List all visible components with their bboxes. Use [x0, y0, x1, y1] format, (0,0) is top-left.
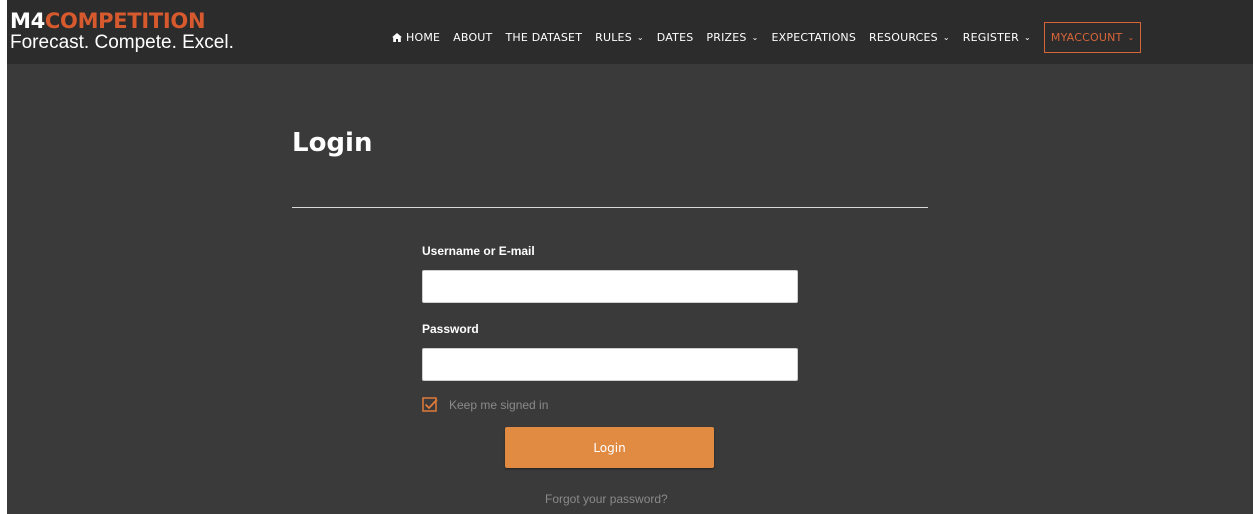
nav-dates[interactable]: DATES — [657, 31, 694, 44]
title-divider — [292, 207, 928, 208]
chevron-down-icon: ⌄ — [942, 33, 950, 42]
chevron-down-icon: ⌄ — [1024, 33, 1031, 42]
site-logo[interactable]: M4COMPETITION Forecast. Compete. Excel. — [10, 10, 234, 53]
site-header: M4COMPETITION Forecast. Compete. Excel. … — [7, 0, 1253, 64]
nav-home-label: HOME — [406, 31, 441, 44]
password-label: Password — [422, 322, 479, 336]
login-button[interactable]: Login — [505, 427, 714, 468]
nav-home[interactable]: HOME — [392, 31, 440, 44]
nav-myaccount[interactable]: MYACCOUNT ⌄ — [1043, 22, 1142, 53]
nav-myaccount-label: MYACCOUNT — [1050, 31, 1123, 44]
nav-prizes-label: PRIZES — [706, 31, 747, 44]
logo-tagline: Forecast. Compete. Excel. — [10, 32, 234, 53]
nav-about[interactable]: ABOUT — [453, 31, 492, 44]
nav-about-label: ABOUT — [453, 31, 493, 44]
nav-rules-label: RULES — [595, 31, 632, 44]
chevron-down-icon: ⌄ — [1127, 33, 1135, 42]
username-label: Username or E-mail — [422, 244, 535, 258]
page: M4COMPETITION Forecast. Compete. Excel. … — [7, 0, 1253, 514]
nav-register-label: REGISTER — [962, 31, 1020, 44]
home-icon — [392, 33, 402, 42]
logo-suffix: COMPETITION — [44, 9, 206, 33]
logo-wordmark: M4COMPETITION — [10, 10, 234, 32]
nav-expectations-label: EXPECTATIONS — [771, 31, 857, 44]
logo-prefix: M4 — [10, 9, 45, 33]
main-nav: HOME ABOUT THE DATASET RULES ⌄ DATES PRIZ… — [392, 21, 1142, 54]
nav-register[interactable]: REGISTER ⌄ — [963, 31, 1031, 44]
nav-prizes[interactable]: PRIZES ⌄ — [706, 31, 758, 44]
nav-dataset[interactable]: THE DATASET — [505, 31, 582, 44]
chevron-down-icon: ⌄ — [636, 33, 644, 42]
nav-resources-label: RESOURCES — [869, 31, 938, 44]
nav-resources[interactable]: RESOURCES ⌄ — [869, 31, 950, 44]
password-input[interactable] — [422, 348, 798, 381]
nav-expectations[interactable]: EXPECTATIONS — [772, 31, 857, 44]
username-input[interactable] — [422, 270, 798, 303]
remember-me-label: Keep me signed in — [449, 398, 549, 412]
page-title: Login — [292, 128, 373, 158]
nav-dataset-label: THE DATASET — [505, 31, 583, 44]
remember-me-checkbox[interactable]: Keep me signed in — [422, 397, 548, 413]
nav-rules[interactable]: RULES ⌄ — [595, 31, 644, 44]
forgot-password-link[interactable]: Forgot your password? — [545, 492, 668, 506]
nav-dates-label: DATES — [656, 31, 694, 44]
checkbox-checked-icon — [422, 397, 438, 412]
chevron-down-icon: ⌄ — [751, 33, 759, 42]
